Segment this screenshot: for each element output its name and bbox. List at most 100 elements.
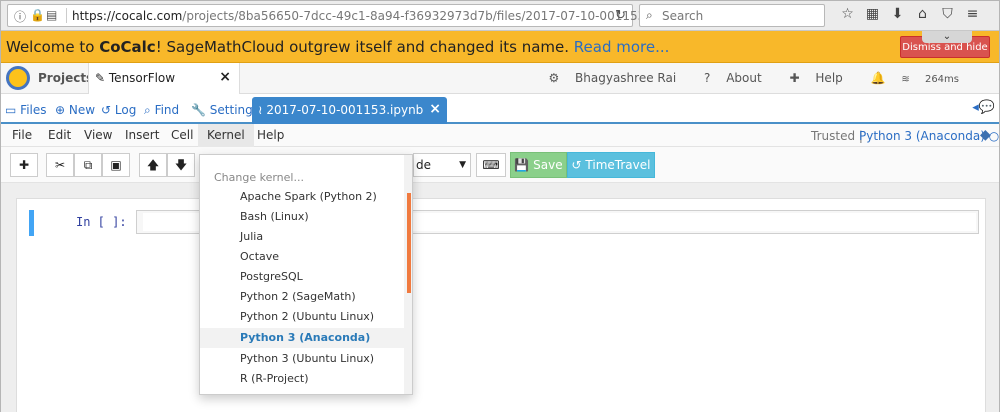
keyboard-icon: ⌨ bbox=[482, 158, 500, 172]
nav-projects[interactable]: Projects bbox=[38, 71, 93, 85]
python-logo-icon: ◆ bbox=[980, 127, 991, 143]
change-kernel-header: Change kernel... bbox=[214, 171, 304, 184]
menu-kernel[interactable]: Kernel bbox=[198, 124, 254, 147]
project-tab[interactable]: ✎ TensorFlow × bbox=[88, 63, 240, 94]
info-icon[interactable]: ⓘ bbox=[14, 8, 26, 25]
insert-cell-button[interactable]: ✚ bbox=[10, 153, 38, 177]
kernel-option[interactable]: Apache Spark (Python 2) bbox=[200, 187, 405, 207]
cell-prompt: In [ ]: bbox=[76, 215, 127, 229]
wifi-icon: ≋ bbox=[901, 74, 910, 85]
help-link[interactable]: ✚ Help bbox=[790, 71, 855, 85]
edit-icon: ✎ bbox=[95, 71, 106, 85]
menu-file[interactable]: File bbox=[3, 124, 41, 147]
menu-help[interactable]: Help bbox=[248, 124, 293, 147]
browser-search-box[interactable]: ⌕ Search bbox=[639, 4, 825, 27]
files-label: Files bbox=[20, 103, 47, 117]
bookmark-star-icon[interactable]: ☆ bbox=[835, 6, 860, 22]
kernel-option[interactable]: PostgreSQL bbox=[200, 267, 405, 287]
cocalc-logo-icon[interactable] bbox=[6, 66, 30, 90]
history-icon: ↺ bbox=[571, 158, 582, 172]
notebook-toolbar: ✚ ✂ ⧉ ▣ 🡅 🡇 de ▼ ⌨ 💾 Save ↺ TimeTravel bbox=[1, 147, 999, 183]
page-icon[interactable]: ▤ bbox=[46, 8, 57, 22]
chat-icon[interactable]: ◂💬 bbox=[972, 100, 995, 115]
kernel-dropdown-menu: Change kernel... Apache Spark (Python 2)… bbox=[199, 154, 413, 395]
notification-bell-icon[interactable]: 🔔 bbox=[871, 71, 886, 85]
menu-insert[interactable]: Insert bbox=[116, 124, 168, 147]
lock-icon[interactable]: 🔒 bbox=[30, 8, 45, 22]
paste-icon: ▣ bbox=[110, 158, 122, 172]
close-tab-icon[interactable]: × bbox=[219, 69, 231, 85]
kernel-option[interactable]: Python 2 (Ubuntu Linux) bbox=[200, 307, 405, 327]
copy-button[interactable]: ⧉ bbox=[74, 153, 102, 177]
browser-toolbar: ⓘ 🔒 ▤ https://cocalc.com/projects/8ba566… bbox=[1, 1, 999, 31]
cell-type-value: de bbox=[416, 158, 431, 172]
plus-icon: ✚ bbox=[18, 158, 30, 172]
reading-list-icon[interactable]: ▦ bbox=[860, 6, 885, 22]
reload-icon[interactable]: ↻ bbox=[615, 8, 626, 23]
scissors-icon: ✂ bbox=[54, 158, 66, 172]
code-cell[interactable]: In [ ]: bbox=[29, 210, 979, 236]
kernel-option-selected[interactable]: Python 3 (Anaconda) bbox=[200, 328, 405, 348]
find-button[interactable]: ⌕ Find bbox=[144, 103, 179, 118]
gear-icon: ⚙ bbox=[548, 71, 560, 85]
close-file-icon[interactable]: × bbox=[429, 101, 441, 117]
plus-circle-icon: ⊕ bbox=[55, 103, 66, 117]
ping-label: 264ms bbox=[924, 74, 959, 85]
folder-icon: ▭ bbox=[5, 103, 17, 117]
kernel-option[interactable]: R (R-Project) bbox=[200, 369, 405, 389]
kernel-option[interactable]: Python 2 (SageMath) bbox=[200, 287, 405, 307]
project-bar: ▭ Files ⊕ New ↺ Log ⌕ Find 🔧 Settings ≀ … bbox=[1, 94, 999, 124]
collapse-chevron-icon[interactable]: ⌄ bbox=[922, 31, 972, 43]
menu-icon[interactable]: ≡ bbox=[960, 6, 985, 22]
save-button[interactable]: 💾 Save bbox=[510, 152, 567, 178]
keyboard-shortcuts-button[interactable]: ⌨ bbox=[476, 153, 506, 177]
kernel-option[interactable]: Octave bbox=[200, 247, 405, 267]
cell-type-select[interactable]: de ▼ bbox=[413, 153, 471, 177]
timetravel-button[interactable]: ↺ TimeTravel bbox=[567, 152, 655, 178]
file-tab-label: ≀ 2017-07-10-001153.ipynb bbox=[258, 103, 423, 117]
connection-status[interactable]: ≋ 264ms bbox=[901, 74, 971, 85]
move-up-button[interactable]: 🡅 bbox=[139, 153, 167, 177]
notebook-page: In [ ]: bbox=[16, 198, 986, 412]
app-nav: Projects ✎ TensorFlow × ⚙ Bhagyashree Ra… bbox=[1, 63, 999, 94]
move-down-button[interactable]: 🡇 bbox=[167, 153, 195, 177]
menu-cell[interactable]: Cell bbox=[162, 124, 202, 147]
download-icon[interactable]: ⬇ bbox=[885, 6, 910, 22]
kernel-option[interactable]: Bash (Linux) bbox=[200, 207, 405, 227]
notebook-area: In [ ]: bbox=[1, 183, 999, 412]
search-icon: ⌕ bbox=[144, 103, 151, 117]
paste-button[interactable]: ▣ bbox=[102, 153, 130, 177]
log-button[interactable]: ↺ Log bbox=[101, 103, 136, 117]
save-icon: 💾 bbox=[514, 158, 530, 172]
scrollbar-thumb[interactable] bbox=[407, 193, 411, 293]
welcome-banner: Welcome to CoCalc! SageMathCloud outgrew… bbox=[1, 31, 999, 63]
read-more-link[interactable]: Read more... bbox=[574, 38, 670, 56]
pocket-icon[interactable]: ⛉ bbox=[935, 6, 960, 22]
files-button[interactable]: ▭ Files bbox=[5, 103, 47, 117]
history-icon: ↺ bbox=[101, 103, 112, 117]
kernel-indicator[interactable]: Python 3 (Anaconda) ○ bbox=[859, 129, 999, 143]
file-tab[interactable]: ≀ 2017-07-10-001153.ipynb × bbox=[252, 97, 447, 124]
wrench-icon: 🔧 bbox=[191, 103, 206, 117]
notebook-icon: ≀ bbox=[258, 103, 263, 117]
arrow-up-icon: 🡅 bbox=[146, 158, 160, 172]
search-icon: ⌕ bbox=[646, 8, 653, 22]
url-divider bbox=[66, 8, 67, 23]
url-text[interactable]: https://cocalc.com/projects/8ba56650-7dc… bbox=[72, 9, 682, 23]
cut-button[interactable]: ✂ bbox=[46, 153, 74, 177]
banner-welcome: Welcome to bbox=[6, 38, 100, 56]
menu-view[interactable]: View bbox=[75, 124, 121, 147]
arrow-down-icon: 🡇 bbox=[174, 158, 188, 172]
kernel-option[interactable]: Julia bbox=[200, 227, 405, 247]
account-link[interactable]: ⚙ Bhagyashree Rai bbox=[548, 71, 688, 85]
new-button[interactable]: ⊕ New bbox=[55, 103, 95, 117]
home-icon[interactable]: ⌂ bbox=[910, 6, 935, 22]
new-label: New bbox=[68, 103, 96, 117]
notebook-menubar: File Edit View Insert Cell Kernel Help T… bbox=[1, 124, 999, 147]
url-bar[interactable]: ⓘ 🔒 ▤ https://cocalc.com/projects/8ba566… bbox=[7, 4, 682, 27]
about-link[interactable]: ? About bbox=[704, 71, 774, 85]
settings-button[interactable]: 🔧 Settings bbox=[191, 103, 259, 117]
dropdown-scrollbar[interactable] bbox=[404, 155, 412, 394]
question-icon: ? bbox=[704, 71, 711, 85]
kernel-option[interactable]: Python 3 (Ubuntu Linux) bbox=[200, 349, 405, 369]
